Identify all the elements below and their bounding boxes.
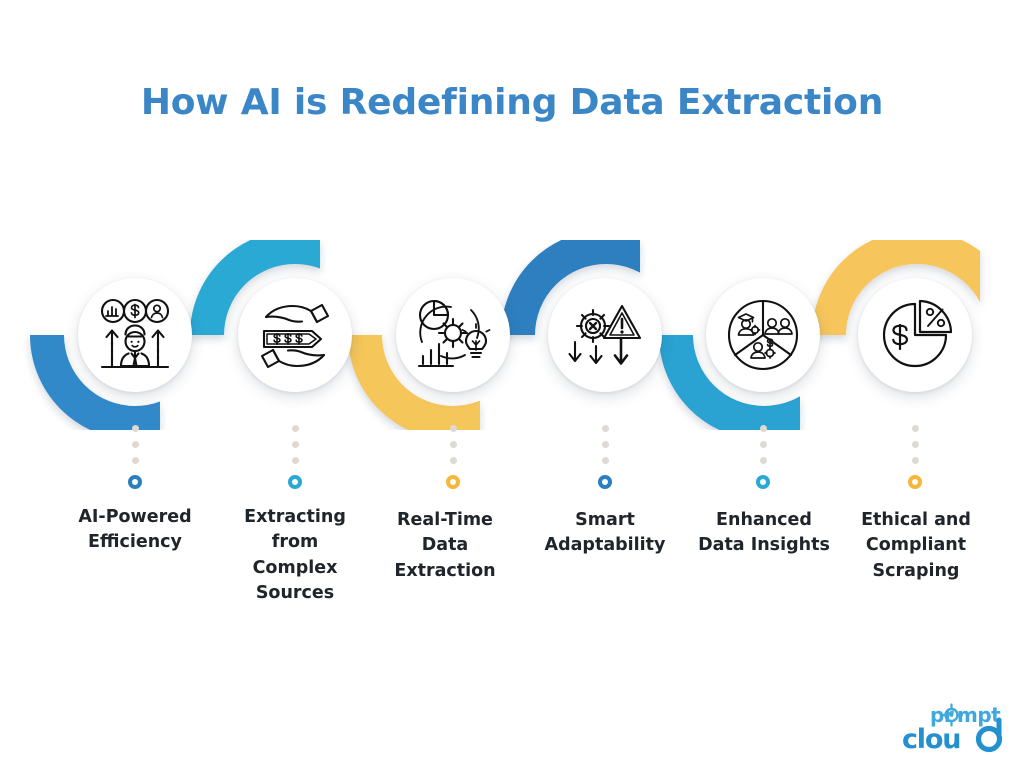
connector-dot — [601, 425, 609, 432]
step-marker-4[interactable] — [598, 475, 612, 489]
connector-dot — [291, 457, 299, 464]
svg-text:clou: clou — [902, 724, 960, 754]
svg-text:mpt: mpt — [957, 703, 1001, 727]
connector-2 — [280, 425, 310, 489]
step-circle-6[interactable] — [858, 278, 972, 392]
step-label-2: Extracting from Complex Sources — [244, 507, 346, 604]
connector-dot — [291, 425, 299, 432]
connector-dot — [759, 441, 767, 448]
step-circle-5[interactable] — [706, 278, 820, 392]
connector-dot — [911, 457, 919, 464]
step-circle-1[interactable] — [78, 278, 192, 392]
hands-price-tag-icon — [256, 299, 334, 371]
step-marker-5[interactable] — [756, 475, 770, 489]
connector-dot — [911, 425, 919, 432]
step-label-4: Smart Adaptability — [544, 510, 666, 556]
step-label-6: Ethical and Compliant Scraping — [861, 510, 971, 581]
page-title: How AI is Redefining Data Extraction — [140, 82, 884, 123]
connector-dot — [449, 441, 457, 448]
connector-dot — [601, 441, 609, 448]
pie-people-segments-icon — [725, 297, 801, 373]
step-circle-3[interactable] — [396, 278, 510, 392]
connector-dot — [131, 457, 139, 464]
promptcloud-logo[interactable]: pr mpt clou — [900, 698, 1006, 754]
pie-dollar-percent-icon — [878, 298, 952, 372]
step-marker-3[interactable] — [446, 475, 460, 489]
connector-dot — [759, 457, 767, 464]
connector-dot — [131, 441, 139, 448]
step-circle-2[interactable] — [238, 278, 352, 392]
connector-dot — [449, 457, 457, 464]
connector-3 — [438, 425, 468, 489]
connector-dot — [449, 425, 457, 432]
step-marker-2[interactable] — [288, 475, 302, 489]
connector-1 — [120, 425, 150, 489]
step-label-5: Enhanced Data Insights — [698, 510, 830, 556]
step-label-1: AI-Powered Efficiency — [78, 507, 192, 553]
step-circle-4[interactable] — [548, 278, 662, 392]
connector-dot — [759, 425, 767, 432]
gear-lightbulb-analytics-icon — [413, 298, 493, 372]
connector-6 — [900, 425, 930, 489]
connector-4 — [590, 425, 620, 489]
connector-dot — [911, 441, 919, 448]
connector-dot — [291, 441, 299, 448]
connector-dot — [601, 457, 609, 464]
step-marker-6[interactable] — [908, 475, 922, 489]
gear-warning-arrows-icon — [566, 298, 644, 372]
ai-efficiency-icon — [97, 298, 173, 372]
step-marker-1[interactable] — [128, 475, 142, 489]
step-label-3: Real-Time Data Extraction — [394, 510, 496, 581]
connector-5 — [748, 425, 778, 489]
connector-dot — [131, 425, 139, 432]
